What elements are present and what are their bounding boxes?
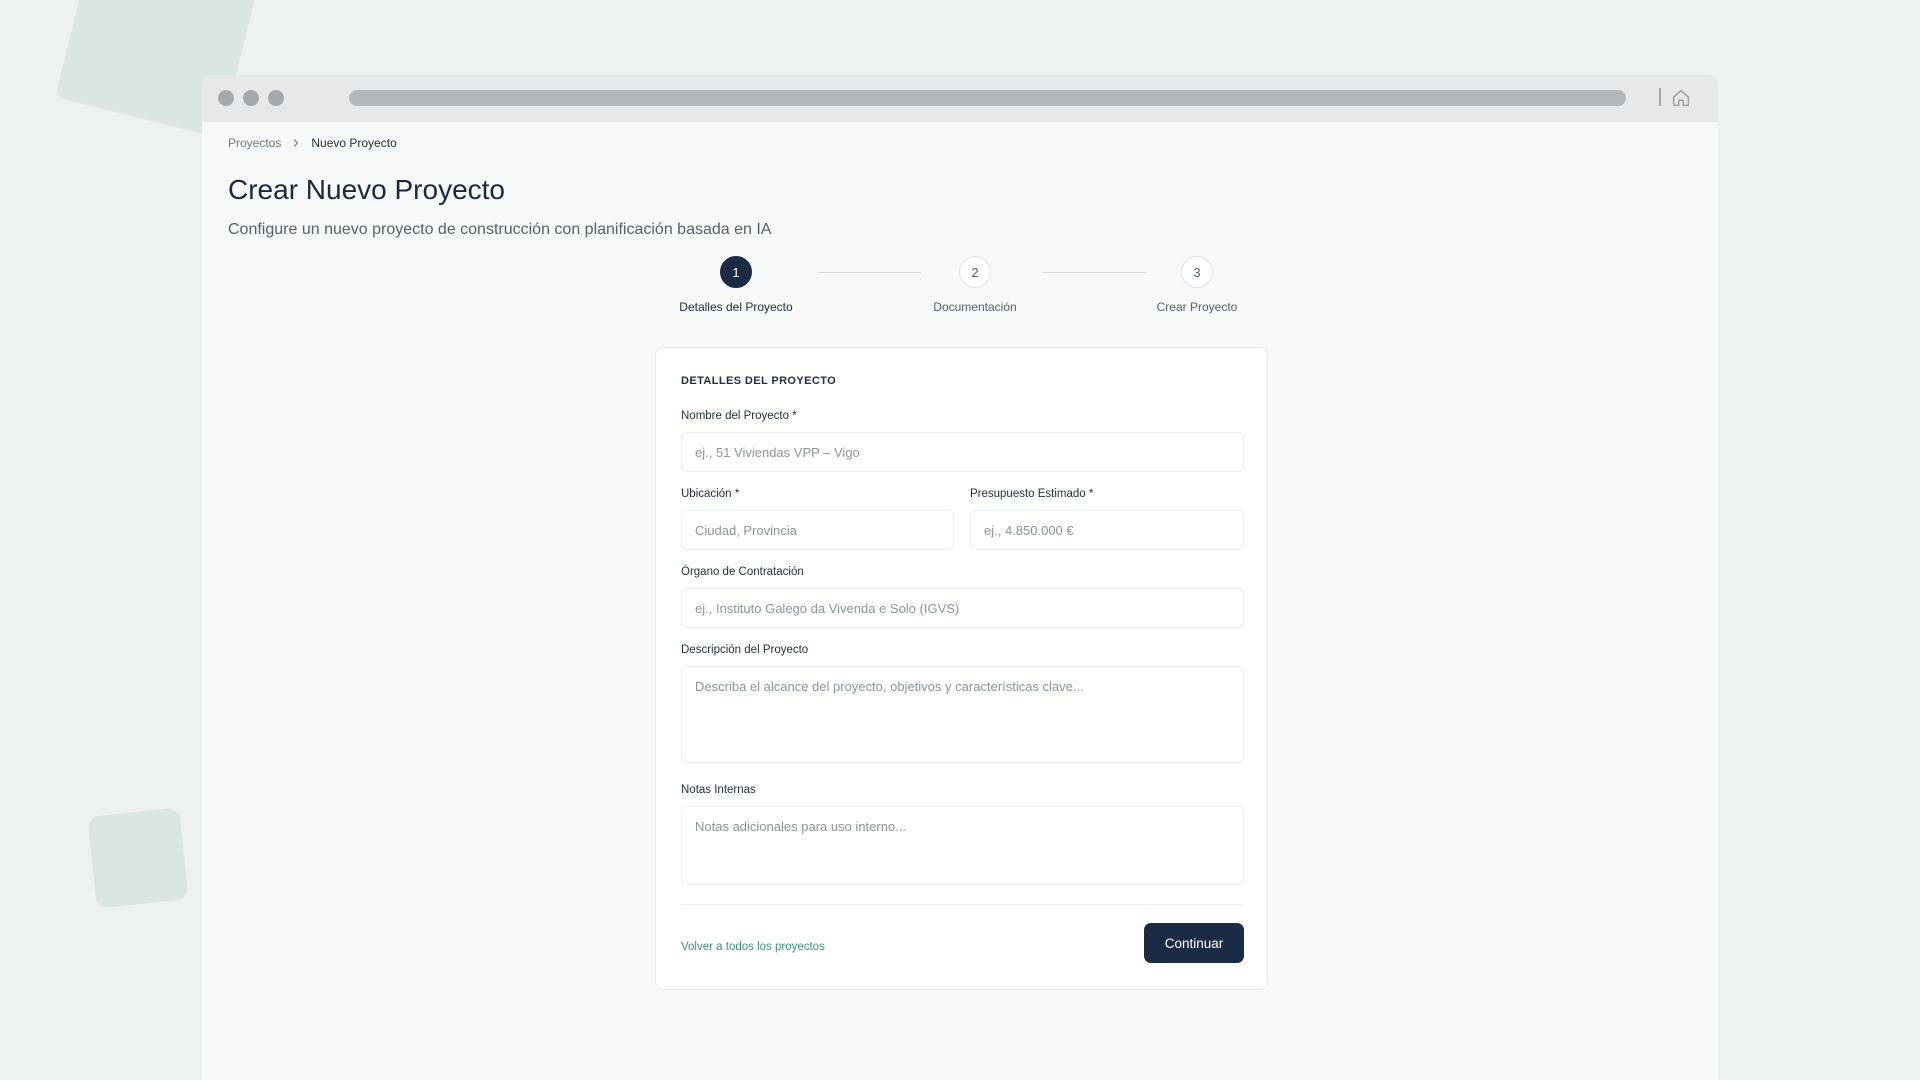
budget-input[interactable] [970,510,1244,550]
page-content: Proyectos Nuevo Proyecto Crear Nuevo Pro… [228,122,1692,1080]
toolbar-separator [1659,88,1661,106]
project-details-form: DETALLES DEL PROYECTO Nombre del Proyect… [655,347,1268,990]
step-label: Crear Proyecto [1156,300,1238,314]
continue-button[interactable]: Continuar [1144,923,1244,963]
step-documentation[interactable]: 2 Documentación [895,256,1055,314]
page-subtitle: Configure un nuevo proyecto de construcc… [228,221,772,238]
section-title: DETALLES DEL PROYECTO [681,375,837,387]
breadcrumb-current: Nuevo Proyecto [311,136,397,150]
internal-notes-label: Notas Internas [681,784,756,796]
breadcrumb-link-projects[interactable]: Proyectos [228,136,281,150]
window-dot-minimize[interactable] [243,90,259,106]
decorative-shape-bottom [87,807,189,909]
browser-window: Proyectos Nuevo Proyecto Crear Nuevo Pro… [202,75,1718,1080]
description-textarea[interactable] [681,666,1244,763]
location-input[interactable] [681,510,954,550]
step-project-details[interactable]: 1 Detalles del Proyecto [656,256,816,314]
step-number-circle: 1 [720,256,752,288]
breadcrumb: Proyectos Nuevo Proyecto [228,136,397,150]
project-name-input[interactable] [681,432,1244,472]
progress-stepper: 1 Detalles del Proyecto 2 Documentación … [678,256,1318,326]
form-divider [681,904,1244,905]
address-bar[interactable] [349,90,1626,106]
contracting-body-input[interactable] [681,588,1244,628]
chevron-right-icon [294,139,299,147]
home-icon[interactable] [1670,87,1692,109]
step-number-circle: 3 [1181,256,1213,288]
step-label: Detalles del Proyecto [679,300,793,314]
window-dot-maximize[interactable] [268,90,284,106]
step-label: Documentación [933,300,1017,314]
window-dot-close[interactable] [218,90,234,106]
step-create-project[interactable]: 3 Crear Proyecto [1117,256,1277,314]
back-to-projects-link[interactable]: Volver a todos los proyectos [681,941,825,953]
browser-titlebar [202,75,1718,122]
description-label: Descripción del Proyecto [681,644,809,656]
contracting-body-label: Órgano de Contratación [681,566,804,578]
step-number-circle: 2 [959,256,991,288]
project-name-label: Nombre del Proyecto * [681,410,797,422]
page-title: Crear Nuevo Proyecto [228,174,506,205]
location-label: Ubicación * [681,488,740,500]
budget-label: Presupuesto Estimado * [970,488,1094,500]
internal-notes-textarea[interactable] [681,806,1244,885]
